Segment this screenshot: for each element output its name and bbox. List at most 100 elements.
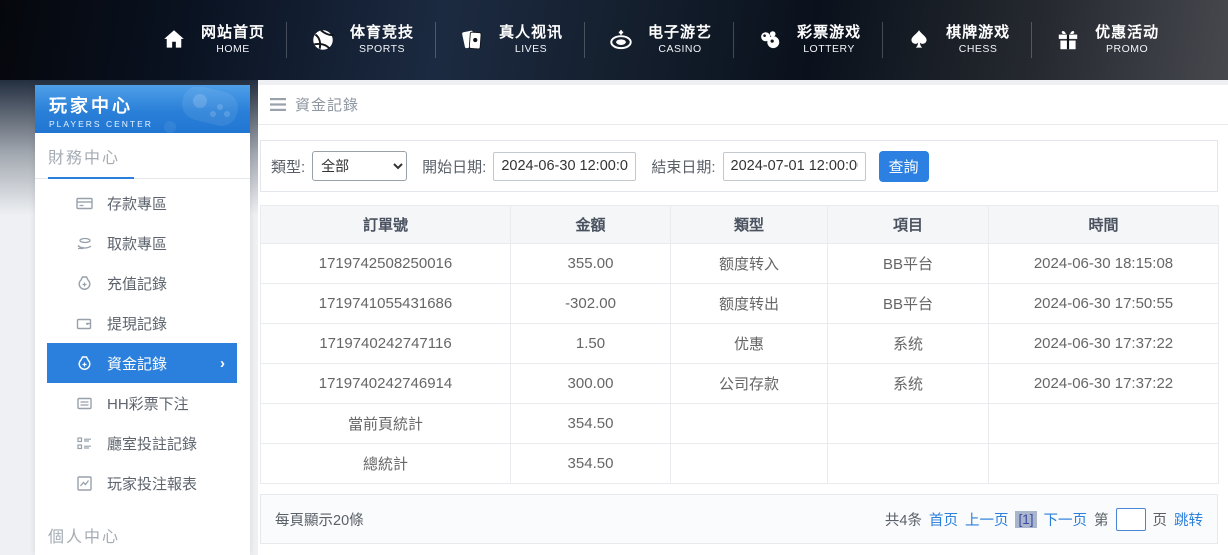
sidebar-header: 玩家中心 PLAYERS CENTER: [35, 85, 250, 133]
cell-amount: 354.50: [510, 403, 671, 444]
cell-order-number: 1719740242747116: [260, 323, 511, 364]
cell-time: 2024-06-30 17:37:22: [988, 363, 1219, 404]
sidebar-item-withdraw[interactable]: 取款專區: [47, 223, 237, 263]
nav-label-zh: 棋牌游戏: [946, 24, 1011, 42]
funds-record-table: 訂單號 金額 類型 項目 時間 1719742508250016 355.00 …: [260, 205, 1219, 484]
cell-item: BB平台: [827, 283, 989, 324]
cell-stat-label: 當前頁統計: [260, 403, 511, 444]
cell-amount: 1.50: [510, 323, 671, 364]
nav-item-sports[interactable]: 体育竞技 SPORTS: [287, 24, 435, 56]
type-select[interactable]: 全部: [312, 151, 408, 181]
cell-time: 2024-06-30 18:15:08: [988, 243, 1219, 284]
sidebar-item-hh-lottery-bet[interactable]: HH彩票下注: [47, 383, 237, 423]
chevron-right-icon: ›: [220, 354, 225, 372]
hamburger-icon: [270, 98, 286, 111]
table-row: 1719740242746914 300.00 公司存款 系统 2024-06-…: [260, 363, 1219, 404]
promo-icon: [1053, 25, 1083, 55]
sidebar-menu: 存款專區 取款專區 充值記錄 提現記錄 資金記錄 › HH彩票下注 廳室投註記錄…: [35, 179, 250, 503]
cell-empty: [827, 403, 989, 444]
col-type: 類型: [670, 205, 828, 244]
prev-page-link[interactable]: 上一页: [965, 509, 1009, 530]
end-date-input[interactable]: [722, 151, 866, 181]
cell-type: 额度转入: [670, 243, 828, 284]
lives-icon: [457, 25, 487, 55]
deposit-card-icon: [76, 195, 93, 212]
col-order-number: 訂單號: [260, 205, 511, 244]
sidebar-item-label: 取款專區: [107, 235, 168, 253]
nav-label-zh: 电子游艺: [648, 24, 713, 42]
nav-label-zh: 优惠活动: [1095, 24, 1160, 42]
cell-item: 系统: [827, 363, 989, 404]
type-label: 類型:: [271, 158, 306, 176]
col-item: 項目: [827, 205, 989, 244]
section-underline: [48, 177, 134, 179]
home-icon: [159, 25, 189, 55]
jump-suffix-text: 页: [1152, 512, 1168, 529]
gamepad-watermark-icon: [164, 87, 238, 133]
cell-time: 2024-06-30 17:50:55: [988, 283, 1219, 324]
next-page-link[interactable]: 下一页: [1044, 509, 1088, 530]
table-row: 1719741055431686 -302.00 额度转出 BB平台 2024-…: [260, 283, 1219, 324]
nav-item-promo[interactable]: 优惠活动 PROMO: [1032, 24, 1180, 56]
search-button[interactable]: 查詢: [878, 150, 929, 182]
section-finance-center: 財務中心: [35, 133, 250, 179]
current-page-badge: [1]: [1015, 510, 1037, 528]
cell-time: 2024-06-30 17:37:22: [988, 323, 1219, 364]
sports-icon: [308, 25, 338, 55]
cell-amount: 355.00: [510, 243, 671, 284]
player-center-page: 网站首页 HOME 体育竞技 SPORTS 真人视讯 LIVES 电子游艺 CASINO: [0, 0, 1228, 555]
jump-action-link[interactable]: 跳转: [1174, 509, 1203, 530]
jump-prefix-text: 第: [1094, 512, 1109, 529]
cell-type: 额度转出: [670, 283, 828, 324]
nav-item-home[interactable]: 网站首页 HOME: [138, 24, 286, 56]
nav-label-en: HOME: [216, 42, 250, 55]
nav-item-casino[interactable]: 电子游艺 CASINO: [585, 24, 733, 56]
col-time: 時間: [988, 205, 1219, 244]
cell-empty: [827, 443, 989, 484]
table-row-page-total: 當前頁統計 354.50: [260, 403, 1219, 444]
chess-icon: [904, 25, 934, 55]
first-page-link[interactable]: 首页: [929, 509, 958, 530]
sidebar-item-label: 充值記錄: [107, 275, 168, 293]
nav-item-chess[interactable]: 棋牌游戏 CHESS: [883, 24, 1031, 56]
nav-label-zh: 彩票游戏: [797, 24, 862, 42]
hall-bet-record-icon: [76, 435, 93, 452]
sidebar-item-funds-record[interactable]: 資金記錄 ›: [47, 343, 237, 383]
nav-label-en: CHESS: [958, 42, 998, 55]
withdrawal-record-icon: [76, 315, 93, 332]
page-jump-input[interactable]: [1115, 507, 1146, 531]
cell-order-number: 1719742508250016: [260, 243, 511, 284]
funds-record-icon: [76, 355, 93, 372]
cell-type: 公司存款: [670, 363, 828, 404]
pager: 共4条 首页 上一页 [1] 下一页 第 页 跳转: [885, 507, 1203, 531]
nav-item-lottery[interactable]: 彩票游戏 LOTTERY: [734, 24, 882, 56]
pagination-bar: 每頁顯示20條 共4条 首页 上一页 [1] 下一页 第 页 跳转: [260, 494, 1218, 544]
casino-icon: [606, 25, 636, 55]
start-date-input[interactable]: [493, 151, 637, 181]
cell-empty: [670, 403, 828, 444]
sidebar-item-withdrawal-record[interactable]: 提現記錄: [47, 303, 237, 343]
sidebar-item-player-report[interactable]: 玩家投注報表: [47, 463, 237, 503]
cell-empty: [988, 443, 1219, 484]
breadcrumb: 資金記錄: [258, 85, 1228, 125]
nav-label-zh: 网站首页: [201, 24, 266, 42]
withdraw-hand-icon: [76, 235, 93, 252]
content-area: 類型: 全部 開始日期: 結束日期: 查詢 訂單號 金額 類型 項目: [258, 125, 1228, 544]
sidebar-item-deposit[interactable]: 存款專區: [47, 183, 237, 223]
page-size-text: 每頁顯示20條: [275, 512, 364, 529]
recharge-record-icon: [76, 275, 93, 292]
lottery-bet-icon: [76, 395, 93, 412]
nav-item-lives[interactable]: 真人视讯 LIVES: [436, 24, 584, 56]
sidebar-item-hall-bet-record[interactable]: 廳室投註記錄: [47, 423, 237, 463]
sidebar-item-label: 廳室投註記錄: [107, 435, 198, 453]
cell-type: 优惠: [670, 323, 828, 364]
top-navigation: 网站首页 HOME 体育竞技 SPORTS 真人视讯 LIVES 电子游艺 CASINO: [0, 0, 1228, 80]
section-title: 個人中心: [48, 529, 121, 546]
sidebar-item-recharge-record[interactable]: 充值記錄: [47, 263, 237, 303]
cell-empty: [670, 443, 828, 484]
nav-label-zh: 体育竞技: [350, 24, 415, 42]
cell-order-number: 1719740242746914: [260, 363, 511, 404]
section-title: 財務中心: [48, 150, 121, 167]
table-header-row: 訂單號 金額 類型 項目 時間: [260, 205, 1219, 244]
nav-label-en: CASINO: [658, 42, 702, 55]
